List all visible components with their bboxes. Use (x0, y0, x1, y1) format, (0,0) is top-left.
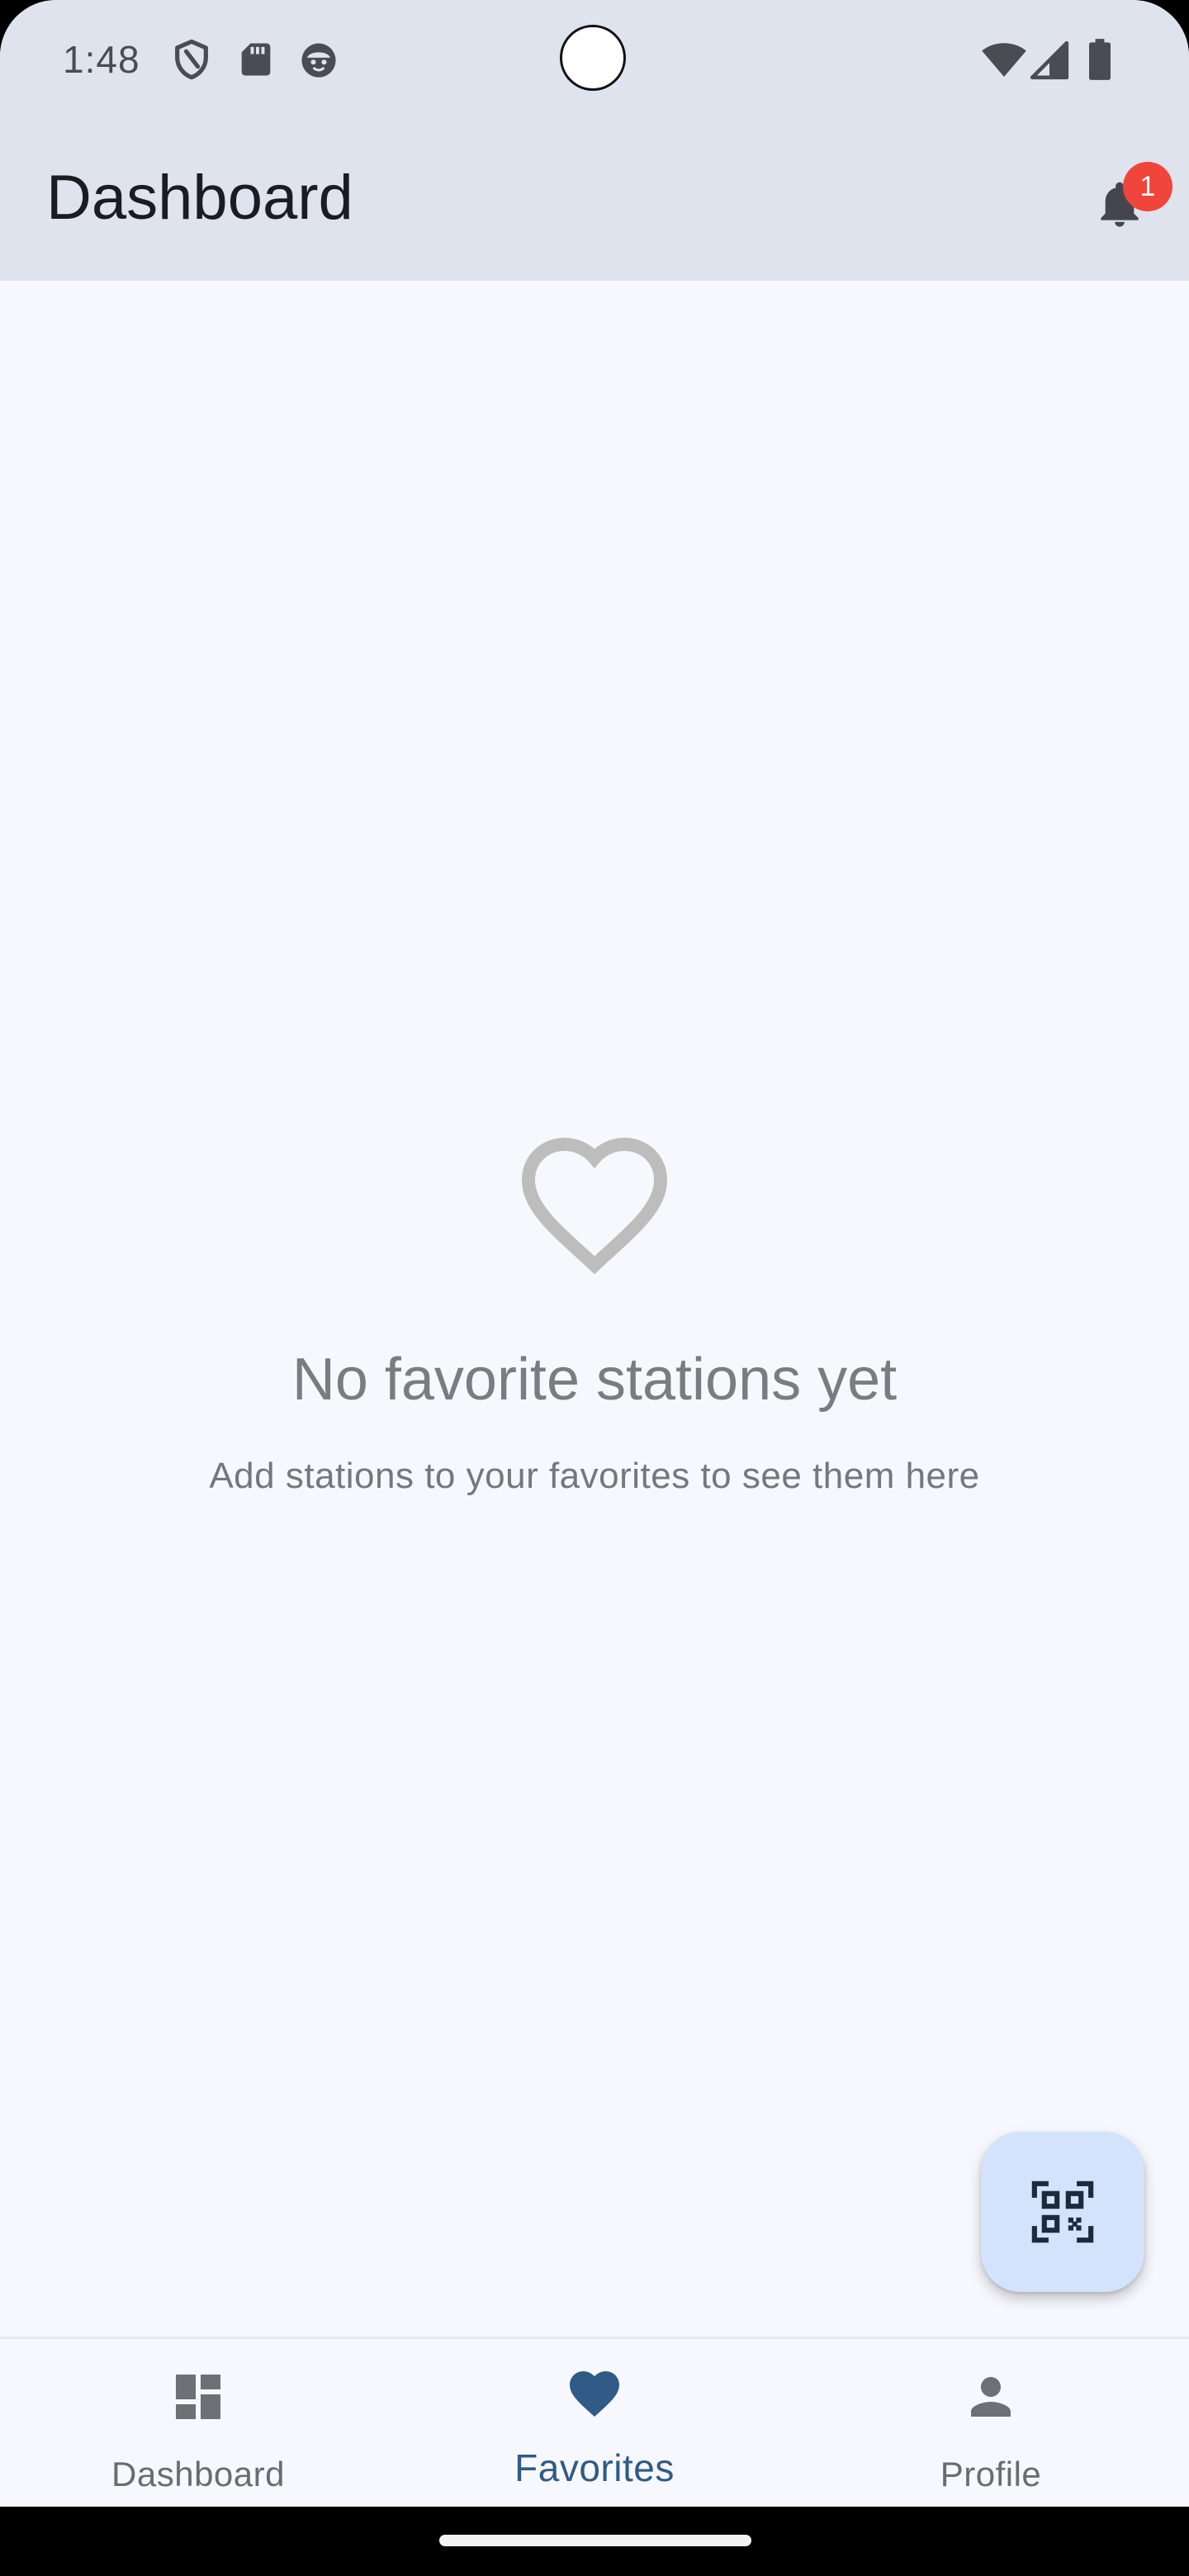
empty-state-subtitle: Add stations to your favorites to see th… (209, 1456, 980, 1496)
qr-scanner-icon (1031, 2181, 1094, 2243)
nav-item-dashboard[interactable]: Dashboard (0, 2339, 396, 2509)
gesture-navigation-bar (0, 2507, 1189, 2576)
shield-icon (170, 38, 213, 81)
status-bar: 1:48 (0, 0, 1189, 119)
top-app-bar: Dashboard 1 (0, 119, 1189, 281)
nav-item-favorites[interactable]: Favorites (396, 2339, 793, 2509)
nav-item-profile[interactable]: Profile (793, 2339, 1189, 2509)
heart-outline-icon (515, 1129, 674, 1278)
heart-icon (565, 2364, 624, 2423)
scan-qr-fab[interactable] (981, 2132, 1144, 2292)
camera-cutout (560, 25, 626, 91)
notifications-button[interactable]: 1 (1080, 162, 1172, 241)
home-gesture-handle[interactable] (439, 2535, 751, 2546)
dashboard-icon (168, 2367, 228, 2427)
cell-signal-icon (1029, 40, 1070, 81)
status-time: 1:48 (63, 38, 140, 81)
page-title: Dashboard (46, 163, 353, 233)
notification-badge: 1 (1123, 162, 1172, 211)
screen: 1:48 Dashboard 1 No favorite stations ye… (0, 0, 1189, 2576)
wifi-icon (981, 36, 1027, 83)
nav-label-dashboard: Dashboard (111, 2455, 285, 2493)
empty-state-title: No favorite stations yet (291, 1347, 898, 1413)
battery-icon (1085, 38, 1115, 81)
person-icon (961, 2367, 1021, 2427)
bottom-navigation: Dashboard Favorites Profile (0, 2337, 1189, 2507)
sd-card-icon (234, 38, 277, 81)
face-icon (297, 38, 340, 81)
nav-label-favorites: Favorites (514, 2446, 675, 2489)
nav-label-profile: Profile (940, 2455, 1042, 2493)
